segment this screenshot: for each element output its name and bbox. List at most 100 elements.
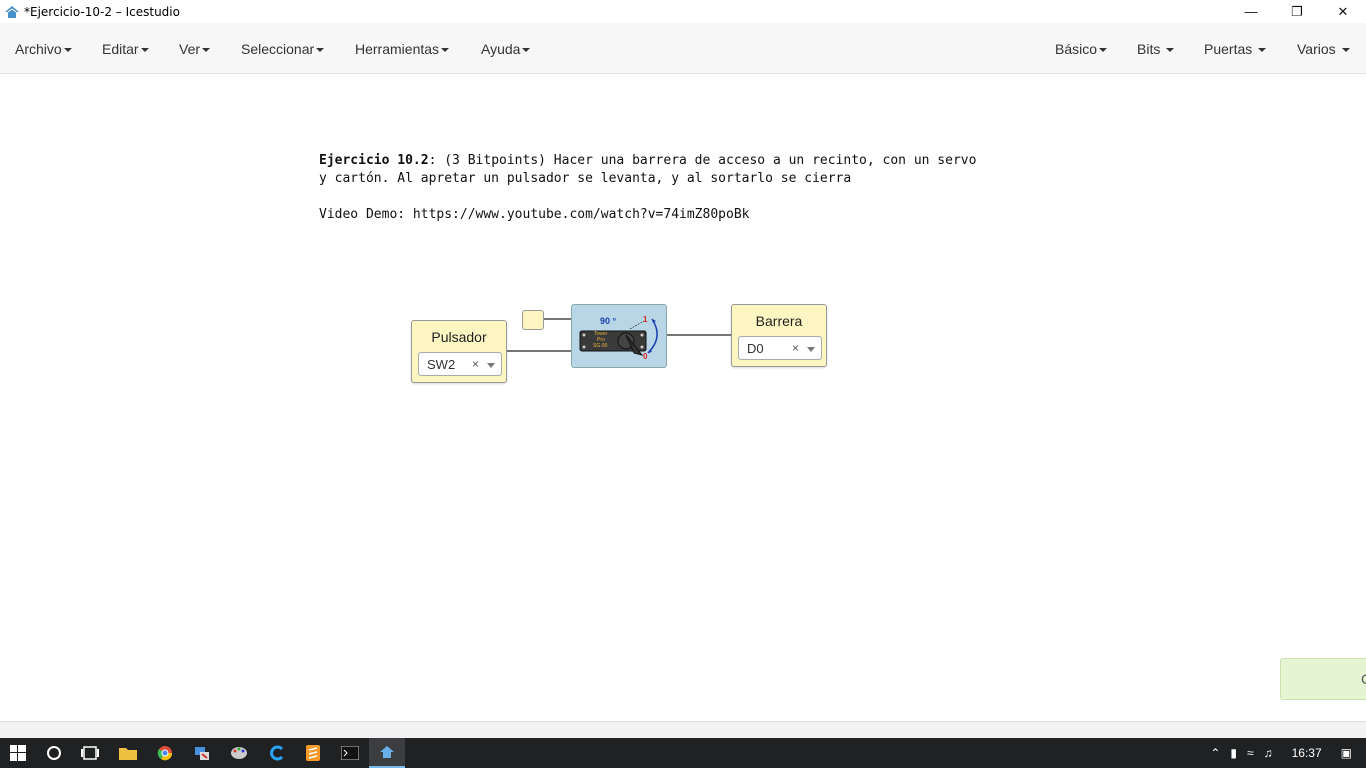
icestudio-logo-icon xyxy=(5,5,19,18)
dropdown-arrow-icon[interactable] xyxy=(807,347,815,352)
pin-select[interactable]: SW2 × xyxy=(418,352,502,376)
menu-label: Varios xyxy=(1297,40,1336,57)
windows-taskbar: ⌃ ▮ ≈ ♫ 16:37 ▣ xyxy=(0,738,1366,768)
minimize-icon: — xyxy=(1244,4,1258,19)
sublime-text-button[interactable] xyxy=(295,738,331,768)
clock-time[interactable]: 16:37 xyxy=(1292,746,1322,760)
clear-icon[interactable]: × xyxy=(472,357,479,371)
task-view-button[interactable] xyxy=(72,738,108,768)
menu-label: Archivo xyxy=(15,40,62,57)
close-icon: ✕ xyxy=(1337,3,1349,19)
menu-ayuda[interactable]: Ayuda xyxy=(481,23,531,74)
servo-brand-3: SG-90 xyxy=(593,343,608,349)
app-button-network[interactable] xyxy=(184,738,220,768)
sublime-icon xyxy=(306,745,320,761)
menu-label: Básico xyxy=(1055,40,1098,57)
wire-const-servo[interactable] xyxy=(544,318,572,320)
app-button-cura[interactable] xyxy=(259,738,295,768)
info-note[interactable]: Ejercicio 10.2: (3 Bitpoints) Hacer una … xyxy=(319,152,1039,224)
chrome-icon xyxy=(157,746,173,761)
caret-down-icon xyxy=(441,47,450,52)
menu-seleccionar[interactable]: Seleccionar xyxy=(241,23,325,74)
note-line1: : (3 Bitpoints) Hacer una barrera de acc… xyxy=(428,153,977,168)
caret-down-icon xyxy=(522,47,531,52)
caret-down-icon xyxy=(1258,47,1267,52)
pin-value: D0 xyxy=(747,340,764,356)
battery-icon[interactable]: ▮ xyxy=(1230,746,1237,760)
restore-icon: ❐ xyxy=(1291,3,1303,19)
terminal-button[interactable] xyxy=(332,738,368,768)
notifications-icon[interactable]: ▣ xyxy=(1341,746,1352,760)
start-button[interactable] xyxy=(0,738,36,768)
windows-logo-icon xyxy=(10,745,26,761)
note-video-link: Video Demo: https://www.youtube.com/watc… xyxy=(319,207,750,222)
terminal-icon xyxy=(341,746,359,760)
wifi-icon[interactable]: ≈ xyxy=(1247,746,1254,760)
pin-value: SW2 xyxy=(427,356,456,372)
chrome-button[interactable] xyxy=(147,738,183,768)
menu-editar[interactable]: Editar xyxy=(102,23,149,74)
servo-bottom-mark: 0 xyxy=(643,352,648,361)
menu-puertas[interactable]: Puertas xyxy=(1204,23,1267,74)
task-view-icon xyxy=(81,746,99,760)
pin-select[interactable]: D0 × xyxy=(738,336,822,360)
search-button[interactable] xyxy=(36,738,72,768)
chevron-up-icon[interactable]: ⌃ xyxy=(1210,746,1220,760)
servo-angle: 90 ° xyxy=(600,316,617,326)
icestudio-taskbar-button[interactable] xyxy=(369,738,405,768)
constant-block[interactable] xyxy=(522,310,544,330)
close-button[interactable]: ✕ xyxy=(1320,0,1366,23)
icestudio-icon xyxy=(380,746,394,758)
menu-bits[interactable]: Bits xyxy=(1137,23,1175,74)
menu-bar: Archivo Editar Ver Seleccionar Herramien… xyxy=(0,23,1366,74)
clear-icon[interactable]: × xyxy=(792,341,799,355)
wire-servo-barrera[interactable] xyxy=(667,334,732,336)
caret-down-icon xyxy=(202,47,211,52)
input-block-pulsador[interactable]: Pulsador SW2 × xyxy=(411,320,507,383)
caret-down-icon xyxy=(1166,47,1175,52)
block-label: Pulsador xyxy=(431,329,487,345)
system-tray: ⌃ ▮ ≈ ♫ 16:37 ▣ xyxy=(1205,738,1366,768)
status-bar xyxy=(0,721,1366,738)
dropdown-arrow-icon[interactable] xyxy=(487,363,495,368)
note-title: Ejercicio 10.2 xyxy=(319,153,429,168)
menu-herramientas[interactable]: Herramientas xyxy=(355,23,450,74)
menu-label: Seleccionar xyxy=(241,40,315,57)
servo-block[interactable]: 90 ° 1 0 Tower Pro SG-90 xyxy=(571,304,667,368)
window-title: *Ejercicio-10-2 – Icestudio xyxy=(24,4,180,19)
menu-ver[interactable]: Ver xyxy=(179,23,211,74)
restore-button[interactable]: ❐ xyxy=(1274,0,1320,23)
c-app-icon xyxy=(270,745,284,761)
caret-down-icon xyxy=(63,47,72,52)
output-block-barrera[interactable]: Barrera D0 × xyxy=(731,304,827,367)
menu-varios[interactable]: Varios xyxy=(1297,23,1350,74)
caret-down-icon xyxy=(316,47,325,52)
folder-icon xyxy=(119,748,137,760)
menu-basico[interactable]: Básico xyxy=(1055,23,1108,74)
menu-label: Herramientas xyxy=(355,40,440,57)
design-canvas[interactable]: Ejercicio 10.2: (3 Bitpoints) Hacer una … xyxy=(0,74,1366,721)
volume-icon[interactable]: ♫ xyxy=(1264,746,1273,760)
caret-down-icon xyxy=(1099,47,1108,52)
minimize-button[interactable]: — xyxy=(1228,0,1274,23)
network-app-icon xyxy=(195,747,209,760)
toast-text: C xyxy=(1361,671,1366,687)
note-line2: y cartón. Al apretar un pulsador se leva… xyxy=(319,171,852,186)
cortana-circle-icon xyxy=(47,746,61,760)
notification-toast[interactable]: C xyxy=(1280,658,1366,700)
wire-pulsador-servo[interactable] xyxy=(507,350,572,352)
caret-down-icon xyxy=(1341,47,1350,52)
title-bar: *Ejercicio-10-2 – Icestudio — ❐ ✕ xyxy=(0,0,1366,23)
menu-label: Ayuda xyxy=(481,40,521,57)
servo-image-icon: 90 ° 1 0 Tower Pro SG-90 xyxy=(579,315,658,361)
servo-top-mark: 1 xyxy=(643,315,648,324)
caret-down-icon xyxy=(140,47,149,52)
palette-icon xyxy=(231,747,247,759)
menu-label: Bits xyxy=(1137,40,1161,57)
menu-label: Puertas xyxy=(1204,40,1253,57)
file-explorer-button[interactable] xyxy=(110,738,146,768)
menu-label: Ver xyxy=(179,40,201,57)
block-label: Barrera xyxy=(755,313,803,329)
app-button-paint[interactable] xyxy=(221,738,257,768)
menu-archivo[interactable]: Archivo xyxy=(15,23,72,74)
